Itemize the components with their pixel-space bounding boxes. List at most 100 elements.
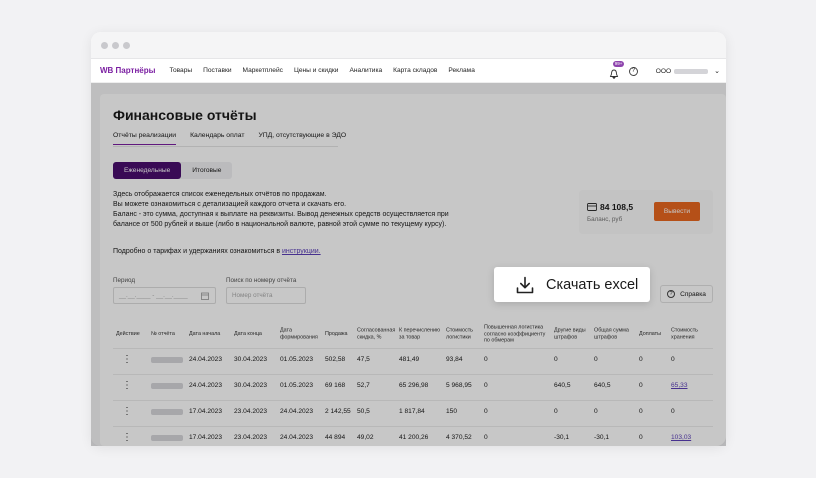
- cell-other-fines: 0: [554, 408, 558, 415]
- calendar-icon[interactable]: [201, 292, 209, 300]
- th-start-date: Дата начала: [189, 330, 221, 337]
- th-discount: Согласованная скидка, %: [357, 327, 396, 341]
- table-row[interactable]: ⋮ 24.04.2023 30.04.2023 01.05.2023 502,5…: [113, 348, 713, 370]
- help-icon[interactable]: ?: [628, 66, 638, 76]
- cell-storage-cost-link[interactable]: 103,03: [671, 427, 691, 446]
- cell-other-fines: 640,5: [554, 382, 571, 389]
- balance-amount: 84 108,5: [600, 202, 634, 212]
- th-payout: К перечислению за товар: [399, 327, 441, 341]
- nav-item-prices[interactable]: Цены и скидки: [294, 67, 339, 74]
- more-vertical-icon[interactable]: ⋮: [122, 352, 132, 368]
- table-row[interactable]: ⋮ 17.04.2023 23.04.2023 24.04.2023 44 89…: [113, 426, 713, 446]
- cell-sales: 44 894: [325, 434, 346, 441]
- more-vertical-icon[interactable]: ⋮: [122, 430, 132, 446]
- segment-weekly[interactable]: Еженедельные: [113, 162, 182, 179]
- cell-end-date: 23.04.2023: [234, 434, 268, 441]
- table-row[interactable]: ⋮ 24.04.2023 30.04.2023 01.05.2023 69 16…: [113, 374, 713, 396]
- nav-item-goods[interactable]: Товары: [169, 67, 192, 74]
- nav-item-supplies[interactable]: Поставки: [203, 67, 231, 74]
- th-created-date: Дата формирования: [280, 327, 318, 341]
- window-titlebar: [91, 32, 726, 59]
- cell-payout: 41 200,26: [399, 434, 429, 441]
- browser-window: WB Партнёры Товары Поставки Маркетплейс …: [91, 32, 726, 446]
- th-surcharges: Доплаты: [639, 330, 661, 337]
- help-button[interactable]: ? Справка: [660, 285, 713, 303]
- logo[interactable]: WB Партнёры: [100, 66, 155, 75]
- cell-start-date: 24.04.2023: [189, 382, 223, 389]
- download-icon: [516, 276, 534, 293]
- tabs: Отчёты реализации Календарь оплат УПД, о…: [113, 132, 360, 145]
- cell-other-fines: -30,1: [554, 434, 570, 441]
- cell-start-date: 24.04.2023: [189, 356, 223, 363]
- download-excel-button[interactable]: Скачать excel: [494, 267, 650, 302]
- more-vertical-icon[interactable]: ⋮: [122, 378, 132, 394]
- cell-storage-cost: 0: [671, 408, 675, 415]
- cell-end-date: 23.04.2023: [234, 408, 268, 415]
- cell-logistics: 5 968,95: [446, 382, 472, 389]
- cell-created-date: 24.04.2023: [280, 408, 314, 415]
- window-close-dot[interactable]: [101, 42, 108, 49]
- nav-item-warehouses[interactable]: Карта складов: [393, 67, 437, 74]
- description-line: Здесь отображается список еженедельных о…: [113, 191, 327, 198]
- cell-other-fines: 0: [554, 356, 558, 363]
- cell-storage-cost: 0: [671, 356, 675, 363]
- window-minimize-dot[interactable]: [112, 42, 119, 49]
- segment-total[interactable]: Итоговые: [181, 162, 232, 179]
- cell-sales: 2 142,55: [325, 408, 351, 415]
- th-report-number: № отчёта: [151, 330, 175, 337]
- cell-increased-logistics: 0: [484, 434, 488, 441]
- report-number-blurred: [151, 383, 183, 389]
- nav-right: 99+ ? ООО ⌄: [609, 59, 720, 83]
- tariffs-note: Подробно о тарифах и удержаниях ознакоми…: [113, 248, 321, 255]
- cell-surcharges: 0: [639, 434, 643, 441]
- th-end-date: Дата конца: [234, 330, 262, 337]
- th-logistics: Стоимость логистики: [446, 327, 473, 341]
- cell-end-date: 30.04.2023: [234, 356, 268, 363]
- table-header: Действие № отчёта Дата начала Дата конца…: [113, 320, 713, 348]
- tab-payment-calendar[interactable]: Календарь оплат: [190, 132, 244, 145]
- cell-storage-cost-link[interactable]: 65,33: [671, 375, 688, 397]
- question-icon: ?: [667, 290, 676, 298]
- report-number-blurred: [151, 435, 183, 441]
- th-other-fines: Другие виды штрафов: [554, 327, 586, 341]
- description-line: Баланс - это сумма, доступная к выплате …: [113, 211, 449, 218]
- table-row[interactable]: ⋮ 17.04.2023 23.04.2023 24.04.2023 2 142…: [113, 400, 713, 422]
- wallet-icon: [587, 203, 597, 211]
- content-area: Финансовые отчёты Отчёты реализации Кале…: [91, 83, 726, 446]
- report-number-blurred: [151, 357, 183, 363]
- th-sales: Продажа: [325, 330, 348, 337]
- balance-amount-row: 84 108,5: [587, 202, 633, 212]
- th-increased-logistics: Повышенная логистика согласно коэффициен…: [484, 324, 546, 344]
- balance-card: 84 108,5 Баланс, руб Вывести: [579, 190, 713, 234]
- cell-discount: 47,5: [357, 356, 370, 363]
- report-number-blurred: [151, 409, 183, 415]
- tab-sales-reports[interactable]: Отчёты реализации: [113, 132, 177, 145]
- description: Здесь отображается список еженедельных о…: [113, 190, 483, 230]
- withdraw-button[interactable]: Вывести: [654, 202, 700, 221]
- balance-label: Баланс, руб: [587, 216, 623, 223]
- nav-item-ads[interactable]: Реклама: [448, 67, 474, 74]
- chevron-down-icon[interactable]: ⌄: [714, 67, 720, 75]
- help-button-label: Справка: [680, 290, 706, 298]
- cell-sales: 69 168: [325, 382, 346, 389]
- cell-discount: 50,5: [357, 408, 370, 415]
- notification-badge: 99+: [612, 61, 625, 67]
- cell-increased-logistics: 0: [484, 382, 488, 389]
- cell-end-date: 30.04.2023: [234, 382, 268, 389]
- more-vertical-icon[interactable]: ⋮: [122, 404, 132, 420]
- org-prefix[interactable]: ООО: [656, 68, 671, 75]
- bell-icon[interactable]: 99+: [609, 61, 625, 80]
- nav-item-marketplace[interactable]: Маркетплейс: [243, 67, 283, 74]
- report-number-input[interactable]: Номер отчёта: [226, 287, 306, 304]
- window-maximize-dot[interactable]: [123, 42, 130, 49]
- cell-payout: 65 296,98: [399, 382, 429, 389]
- cell-surcharges: 0: [639, 356, 643, 363]
- period-field[interactable]: __.__.____ - __.__.____: [113, 287, 216, 304]
- tab-upd[interactable]: УПД, отсутствующие в ЭДО: [258, 132, 346, 145]
- cell-logistics: 93,84: [446, 356, 463, 363]
- nav-item-analytics[interactable]: Аналитика: [350, 67, 383, 74]
- download-excel-label: Скачать excel: [546, 276, 639, 293]
- cell-total-fines: 640,5: [594, 382, 611, 389]
- instructions-link[interactable]: инструкции.: [282, 248, 321, 255]
- search-label: Поиск по номеру отчёта: [226, 277, 297, 284]
